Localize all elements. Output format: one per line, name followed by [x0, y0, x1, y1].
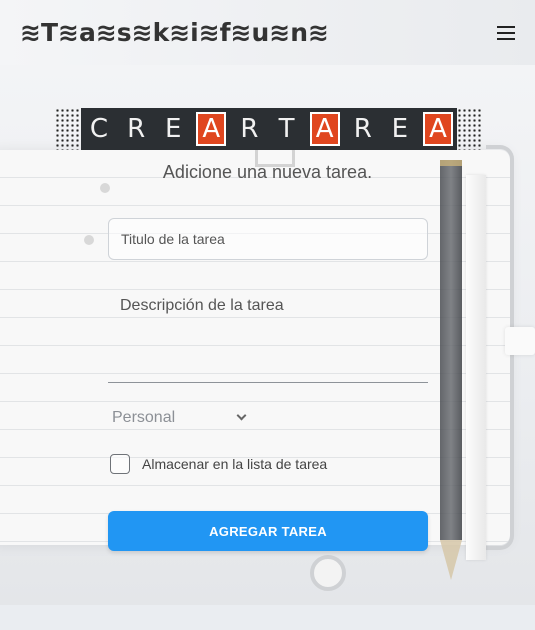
- task-description-input[interactable]: [108, 285, 428, 383]
- dots-decoration: [457, 108, 483, 150]
- category-select-value: Personal: [112, 409, 176, 426]
- crear-tarea-banner: CREARTAREA: [55, 108, 483, 150]
- task-title-input[interactable]: [108, 218, 428, 260]
- ring-icon: [310, 555, 346, 591]
- store-in-list-checkbox[interactable]: [110, 454, 130, 474]
- chevron-down-icon: [236, 410, 247, 421]
- dots-decoration: [55, 108, 81, 150]
- banner-letters: CREARTAREA: [81, 108, 457, 150]
- notebook-strap: [505, 327, 535, 355]
- hamburger-menu-icon[interactable]: [497, 25, 517, 41]
- banner-letter: R: [127, 114, 146, 144]
- pin-icon: [100, 183, 110, 193]
- banner-letter: T: [278, 114, 295, 144]
- form-subtitle: Adicione una nueva tarea.: [162, 162, 373, 182]
- navbar: ≋T≋a≋s≋k≋i≋f≋u≋n≋: [0, 0, 535, 65]
- banner-letter: R: [353, 114, 372, 144]
- pin-icon: [84, 235, 94, 245]
- banner-letter: E: [391, 114, 409, 144]
- banner-letter: A: [196, 112, 227, 146]
- category-select[interactable]: Personal: [108, 404, 253, 432]
- store-in-list-row: Almacenar en la lista de tarea: [110, 454, 327, 474]
- brand-logo[interactable]: ≋T≋a≋s≋k≋i≋f≋u≋n≋: [20, 18, 329, 47]
- banner-letter: R: [240, 114, 259, 144]
- white-pencil-icon: [466, 175, 486, 560]
- footer: [0, 605, 535, 630]
- store-in-list-label: Almacenar en la lista de tarea: [142, 456, 328, 472]
- pencil-icon: [440, 160, 462, 540]
- banner-letter: E: [165, 114, 182, 144]
- banner-letter: A: [422, 112, 453, 146]
- banner-letter: A: [309, 112, 340, 146]
- banner-letter: C: [89, 114, 109, 144]
- add-task-button[interactable]: AGREGAR TAREA: [108, 511, 428, 551]
